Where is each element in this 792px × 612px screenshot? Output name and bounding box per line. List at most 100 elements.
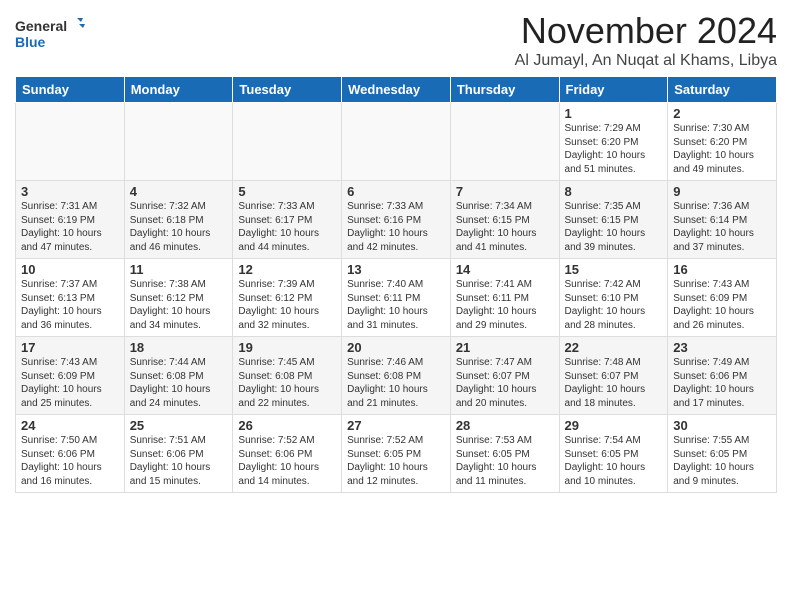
table-row: 17Sunrise: 7:43 AMSunset: 6:09 PMDayligh… [16, 337, 125, 415]
table-row: 24Sunrise: 7:50 AMSunset: 6:06 PMDayligh… [16, 415, 125, 493]
header: General Blue November 2024 Al Jumayl, An… [15, 10, 777, 70]
day-info: Sunrise: 7:46 AMSunset: 6:08 PMDaylight:… [347, 356, 445, 410]
table-row: 13Sunrise: 7:40 AMSunset: 6:11 PMDayligh… [342, 259, 451, 337]
day-number: 11 [130, 262, 228, 277]
col-thursday: Thursday [450, 77, 559, 103]
day-number: 13 [347, 262, 445, 277]
table-row: 23Sunrise: 7:49 AMSunset: 6:06 PMDayligh… [668, 337, 777, 415]
table-row [16, 103, 125, 181]
day-number: 10 [21, 262, 119, 277]
col-monday: Monday [124, 77, 233, 103]
day-info: Sunrise: 7:52 AMSunset: 6:05 PMDaylight:… [347, 434, 445, 488]
table-row: 26Sunrise: 7:52 AMSunset: 6:06 PMDayligh… [233, 415, 342, 493]
col-wednesday: Wednesday [342, 77, 451, 103]
day-number: 27 [347, 418, 445, 433]
day-number: 1 [565, 106, 663, 121]
calendar-week-4: 17Sunrise: 7:43 AMSunset: 6:09 PMDayligh… [16, 337, 777, 415]
day-info: Sunrise: 7:54 AMSunset: 6:05 PMDaylight:… [565, 434, 663, 488]
table-row: 22Sunrise: 7:48 AMSunset: 6:07 PMDayligh… [559, 337, 668, 415]
table-row: 4Sunrise: 7:32 AMSunset: 6:18 PMDaylight… [124, 181, 233, 259]
col-sunday: Sunday [16, 77, 125, 103]
table-row [124, 103, 233, 181]
table-row: 21Sunrise: 7:47 AMSunset: 6:07 PMDayligh… [450, 337, 559, 415]
day-info: Sunrise: 7:55 AMSunset: 6:05 PMDaylight:… [673, 434, 771, 488]
table-row: 10Sunrise: 7:37 AMSunset: 6:13 PMDayligh… [16, 259, 125, 337]
day-info: Sunrise: 7:30 AMSunset: 6:20 PMDaylight:… [673, 122, 771, 176]
logo: General Blue [15, 14, 85, 54]
day-number: 3 [21, 184, 119, 199]
day-number: 19 [238, 340, 336, 355]
day-number: 14 [456, 262, 554, 277]
day-info: Sunrise: 7:36 AMSunset: 6:14 PMDaylight:… [673, 200, 771, 254]
day-info: Sunrise: 7:29 AMSunset: 6:20 PMDaylight:… [565, 122, 663, 176]
day-number: 8 [565, 184, 663, 199]
table-row: 20Sunrise: 7:46 AMSunset: 6:08 PMDayligh… [342, 337, 451, 415]
day-info: Sunrise: 7:45 AMSunset: 6:08 PMDaylight:… [238, 356, 336, 410]
day-number: 7 [456, 184, 554, 199]
day-info: Sunrise: 7:53 AMSunset: 6:05 PMDaylight:… [456, 434, 554, 488]
day-info: Sunrise: 7:39 AMSunset: 6:12 PMDaylight:… [238, 278, 336, 332]
table-row: 11Sunrise: 7:38 AMSunset: 6:12 PMDayligh… [124, 259, 233, 337]
table-row: 16Sunrise: 7:43 AMSunset: 6:09 PMDayligh… [668, 259, 777, 337]
table-row: 30Sunrise: 7:55 AMSunset: 6:05 PMDayligh… [668, 415, 777, 493]
svg-text:Blue: Blue [15, 34, 46, 50]
table-row: 6Sunrise: 7:33 AMSunset: 6:16 PMDaylight… [342, 181, 451, 259]
day-number: 12 [238, 262, 336, 277]
day-info: Sunrise: 7:50 AMSunset: 6:06 PMDaylight:… [21, 434, 119, 488]
title-area: November 2024 Al Jumayl, An Nuqat al Kha… [515, 10, 777, 70]
day-info: Sunrise: 7:33 AMSunset: 6:16 PMDaylight:… [347, 200, 445, 254]
table-row [233, 103, 342, 181]
day-number: 29 [565, 418, 663, 433]
table-row: 8Sunrise: 7:35 AMSunset: 6:15 PMDaylight… [559, 181, 668, 259]
calendar-week-1: 1Sunrise: 7:29 AMSunset: 6:20 PMDaylight… [16, 103, 777, 181]
day-info: Sunrise: 7:49 AMSunset: 6:06 PMDaylight:… [673, 356, 771, 410]
day-info: Sunrise: 7:43 AMSunset: 6:09 PMDaylight:… [673, 278, 771, 332]
table-row: 1Sunrise: 7:29 AMSunset: 6:20 PMDaylight… [559, 103, 668, 181]
day-number: 28 [456, 418, 554, 433]
page: General Blue November 2024 Al Jumayl, An… [0, 0, 792, 503]
table-row: 25Sunrise: 7:51 AMSunset: 6:06 PMDayligh… [124, 415, 233, 493]
table-row: 2Sunrise: 7:30 AMSunset: 6:20 PMDaylight… [668, 103, 777, 181]
col-tuesday: Tuesday [233, 77, 342, 103]
day-info: Sunrise: 7:37 AMSunset: 6:13 PMDaylight:… [21, 278, 119, 332]
table-row: 28Sunrise: 7:53 AMSunset: 6:05 PMDayligh… [450, 415, 559, 493]
day-number: 5 [238, 184, 336, 199]
day-info: Sunrise: 7:44 AMSunset: 6:08 PMDaylight:… [130, 356, 228, 410]
table-row: 19Sunrise: 7:45 AMSunset: 6:08 PMDayligh… [233, 337, 342, 415]
calendar-header-row: Sunday Monday Tuesday Wednesday Thursday… [16, 77, 777, 103]
table-row: 18Sunrise: 7:44 AMSunset: 6:08 PMDayligh… [124, 337, 233, 415]
table-row: 15Sunrise: 7:42 AMSunset: 6:10 PMDayligh… [559, 259, 668, 337]
calendar-week-5: 24Sunrise: 7:50 AMSunset: 6:06 PMDayligh… [16, 415, 777, 493]
day-info: Sunrise: 7:40 AMSunset: 6:11 PMDaylight:… [347, 278, 445, 332]
day-number: 22 [565, 340, 663, 355]
day-info: Sunrise: 7:48 AMSunset: 6:07 PMDaylight:… [565, 356, 663, 410]
month-title: November 2024 [515, 10, 777, 52]
logo-svg: General Blue [15, 14, 85, 54]
table-row [342, 103, 451, 181]
table-row: 27Sunrise: 7:52 AMSunset: 6:05 PMDayligh… [342, 415, 451, 493]
col-friday: Friday [559, 77, 668, 103]
day-info: Sunrise: 7:38 AMSunset: 6:12 PMDaylight:… [130, 278, 228, 332]
location-title: Al Jumayl, An Nuqat al Khams, Libya [515, 52, 777, 70]
col-saturday: Saturday [668, 77, 777, 103]
day-number: 18 [130, 340, 228, 355]
day-number: 24 [21, 418, 119, 433]
table-row: 7Sunrise: 7:34 AMSunset: 6:15 PMDaylight… [450, 181, 559, 259]
day-info: Sunrise: 7:52 AMSunset: 6:06 PMDaylight:… [238, 434, 336, 488]
day-number: 4 [130, 184, 228, 199]
day-number: 16 [673, 262, 771, 277]
day-number: 20 [347, 340, 445, 355]
day-info: Sunrise: 7:42 AMSunset: 6:10 PMDaylight:… [565, 278, 663, 332]
day-info: Sunrise: 7:51 AMSunset: 6:06 PMDaylight:… [130, 434, 228, 488]
day-number: 30 [673, 418, 771, 433]
day-number: 6 [347, 184, 445, 199]
day-number: 9 [673, 184, 771, 199]
table-row: 29Sunrise: 7:54 AMSunset: 6:05 PMDayligh… [559, 415, 668, 493]
day-info: Sunrise: 7:47 AMSunset: 6:07 PMDaylight:… [456, 356, 554, 410]
day-number: 2 [673, 106, 771, 121]
calendar-week-3: 10Sunrise: 7:37 AMSunset: 6:13 PMDayligh… [16, 259, 777, 337]
table-row: 12Sunrise: 7:39 AMSunset: 6:12 PMDayligh… [233, 259, 342, 337]
day-info: Sunrise: 7:31 AMSunset: 6:19 PMDaylight:… [21, 200, 119, 254]
table-row: 5Sunrise: 7:33 AMSunset: 6:17 PMDaylight… [233, 181, 342, 259]
day-number: 15 [565, 262, 663, 277]
